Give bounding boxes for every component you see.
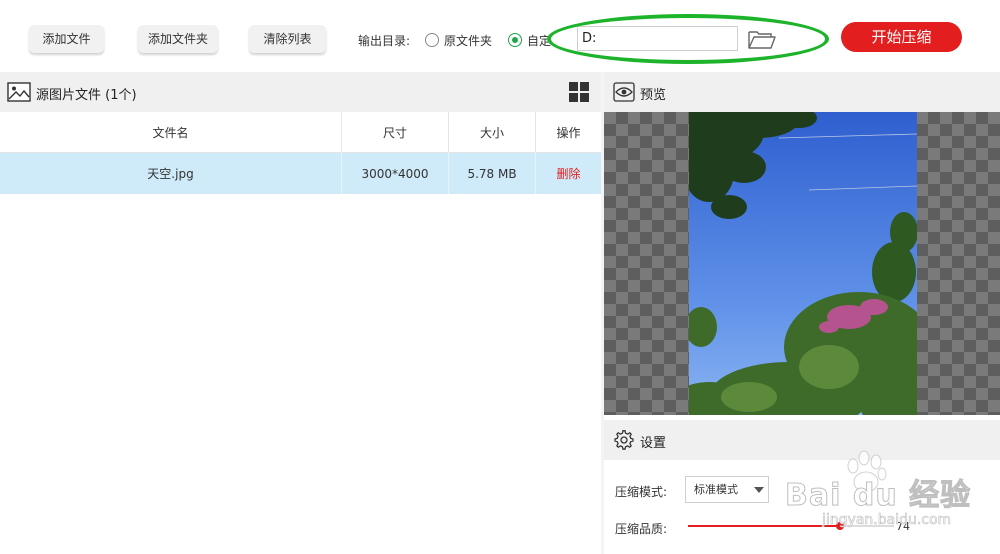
column-header-size: 大小 xyxy=(449,112,536,152)
grid-view-icon[interactable] xyxy=(569,82,590,103)
compress-mode-value: 标准模式 xyxy=(694,483,738,496)
app-window: 添加文件 添加文件夹 清除列表 输出目录: 原文件夹 自定 D: 开始压缩 源图… xyxy=(0,0,1000,554)
column-header-name: 文件名 xyxy=(0,112,342,152)
radio-original-folder-label: 原文件夹 xyxy=(444,34,493,48)
add-file-button[interactable]: 添加文件 xyxy=(29,25,104,53)
preview-title: 预览 xyxy=(640,88,667,103)
settings-title: 设置 xyxy=(640,436,667,451)
file-dimensions-cell: 3000*4000 xyxy=(342,153,449,194)
compress-mode-label: 压缩模式: xyxy=(615,485,668,499)
preview-image xyxy=(689,112,917,415)
output-path-input[interactable]: D: xyxy=(577,26,738,51)
watermark-url: jingyan.baidu.com xyxy=(822,512,952,529)
file-table: 文件名 尺寸 大小 操作 天空.jpg 3000*4000 5.78 MB 删除 xyxy=(0,112,601,194)
radio-custom-folder[interactable] xyxy=(508,33,522,47)
preview-header: 预览 xyxy=(604,72,1000,112)
start-compress-button[interactable]: 开始压缩 xyxy=(841,22,962,52)
source-files-title: 源图片文件 (1个) xyxy=(36,88,137,103)
chevron-down-icon xyxy=(754,487,764,493)
image-icon xyxy=(7,82,31,102)
source-files-header: 源图片文件 (1个) xyxy=(0,72,601,112)
table-row[interactable]: 天空.jpg 3000*4000 5.78 MB 删除 xyxy=(0,153,601,194)
folder-open-icon xyxy=(748,31,776,49)
settings-header: 设置 xyxy=(604,420,1000,460)
table-header: 文件名 尺寸 大小 操作 xyxy=(0,112,601,153)
quality-label: 压缩品质: xyxy=(615,522,668,536)
eye-icon xyxy=(613,82,635,102)
compress-mode-select[interactable]: 标准模式 xyxy=(685,476,769,503)
toolbar: 添加文件 添加文件夹 清除列表 输出目录: 原文件夹 自定 D: 开始压缩 xyxy=(0,0,1000,72)
column-header-dimensions: 尺寸 xyxy=(342,112,449,152)
radio-original-folder[interactable] xyxy=(425,33,439,47)
column-header-action: 操作 xyxy=(556,125,581,140)
clear-list-button[interactable]: 清除列表 xyxy=(249,25,326,53)
source-files-panel: 源图片文件 (1个) 文件名 尺寸 大小 操作 天空.jpg 3000*4000… xyxy=(0,72,601,554)
output-dir-label: 输出目录: xyxy=(358,34,411,48)
gear-icon xyxy=(614,430,634,450)
quality-slider-fill xyxy=(688,525,841,527)
browse-folder-button[interactable] xyxy=(746,27,778,51)
radio-custom-folder-label: 自定 xyxy=(527,34,552,48)
delete-file-link[interactable]: 删除 xyxy=(556,165,580,182)
add-folder-button[interactable]: 添加文件夹 xyxy=(138,25,218,53)
file-name-cell: 天空.jpg xyxy=(0,153,342,194)
preview-area xyxy=(604,112,1000,415)
watermark-text: Bai du 经验 xyxy=(784,478,972,514)
file-size-cell: 5.78 MB xyxy=(449,153,536,194)
